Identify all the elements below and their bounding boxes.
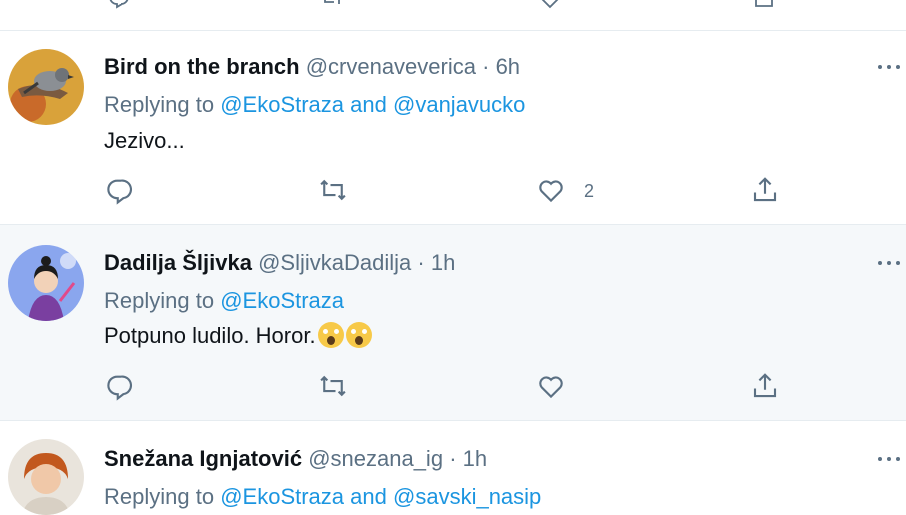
tweet-snezana-ignjatovic[interactable]: Snežana Ignjatović @snezana_ig · 1h Repl… — [0, 421, 906, 515]
and-conjunction: and — [350, 92, 387, 117]
replying-to: Replying to @EkoStraza — [104, 287, 344, 315]
retweet-icon[interactable] — [318, 175, 348, 205]
share-icon[interactable] — [750, 371, 780, 401]
screaming-face-icon — [345, 322, 372, 348]
like-icon[interactable] — [536, 371, 566, 401]
display-name[interactable]: Snežana Ignjatović — [104, 446, 302, 471]
replying-to-label: Replying to — [104, 92, 215, 117]
user-handle[interactable]: @SljivkaDadilja — [258, 250, 411, 275]
tweet-text-line: Potpuno ludilo. Horor. — [104, 322, 372, 350]
reply-icon[interactable] — [107, 0, 131, 10]
user-photo-avatar-icon[interactable] — [8, 439, 84, 515]
replying-to-label: Replying to — [104, 484, 215, 509]
mention-link[interactable]: @savski_nasip — [393, 484, 541, 509]
tweet-text: Potpuno ludilo. Horor. — [104, 323, 316, 348]
separator: · — [449, 446, 457, 471]
timestamp[interactable]: 1h — [431, 250, 455, 275]
share-icon[interactable] — [750, 175, 780, 205]
tweet-header: Bird on the branch @crvenaveverica · 6h — [104, 53, 520, 81]
tweet-text: Jezivo... — [104, 128, 185, 153]
more-options-icon[interactable] — [878, 455, 902, 463]
more-options-icon[interactable] — [878, 63, 902, 71]
more-options-icon[interactable] — [878, 259, 902, 267]
cartoon-girl-avatar-icon[interactable] — [8, 245, 84, 321]
screaming-face-icon — [317, 322, 344, 348]
tweet-dadilja-sljivka[interactable]: Dadilja Šljivka @SljivkaDadilja · 1h Rep… — [0, 225, 906, 421]
mention-link[interactable]: @EkoStraza — [220, 288, 344, 313]
like-icon[interactable] — [538, 0, 562, 10]
tweet-header: Dadilja Šljivka @SljivkaDadilja · 1h — [104, 249, 455, 277]
reply-icon[interactable] — [104, 175, 134, 205]
like-count: 2 — [584, 181, 595, 201]
timestamp[interactable]: 6h — [496, 54, 520, 79]
replying-to: Replying to @EkoStraza and @savski_nasip — [104, 483, 541, 511]
mention-link[interactable]: @EkoStraza — [220, 484, 344, 509]
tweet-header: Snežana Ignjatović @snezana_ig · 1h — [104, 445, 487, 473]
share-icon[interactable] — [752, 0, 776, 10]
previous-tweet-actions — [0, 0, 906, 31]
display-name[interactable]: Bird on the branch — [104, 54, 300, 79]
replying-to: Replying to @EkoStraza and @vanjavucko — [104, 91, 525, 119]
replying-to-label: Replying to — [104, 288, 215, 313]
mention-link[interactable]: @EkoStraza — [220, 92, 344, 117]
user-handle[interactable]: @crvenaveverica — [306, 54, 476, 79]
bird-avatar-icon[interactable] — [8, 49, 84, 125]
and-conjunction: and — [350, 484, 387, 509]
user-handle[interactable]: @snezana_ig — [308, 446, 443, 471]
mention-link[interactable]: @vanjavucko — [393, 92, 525, 117]
retweet-icon[interactable] — [318, 371, 348, 401]
like-icon[interactable] — [536, 175, 566, 205]
separator: · — [482, 54, 490, 79]
display-name[interactable]: Dadilja Šljivka — [104, 250, 252, 275]
separator: · — [417, 250, 425, 275]
tweet-bird-on-the-branch[interactable]: Bird on the branch @crvenaveverica · 6h … — [0, 31, 906, 225]
timestamp[interactable]: 1h — [463, 446, 487, 471]
reply-icon[interactable] — [104, 371, 134, 401]
retweet-icon[interactable] — [320, 0, 344, 10]
